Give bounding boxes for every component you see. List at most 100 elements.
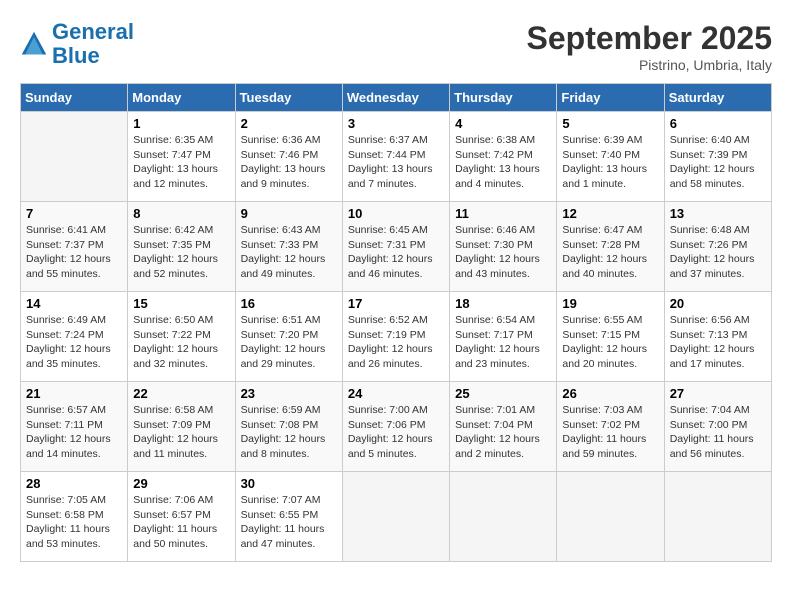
col-header-tuesday: Tuesday bbox=[235, 84, 342, 112]
day-number: 5 bbox=[562, 116, 658, 131]
day-number: 13 bbox=[670, 206, 766, 221]
day-cell: 28Sunrise: 7:05 AMSunset: 6:58 PMDayligh… bbox=[21, 472, 128, 562]
day-cell: 11 Sunrise: 6:46 AMSunset: 7:30 PMDayligh… bbox=[450, 202, 557, 292]
page-header: General Blue September 2025 Pistrino, Um… bbox=[20, 20, 772, 73]
day-number: 21 bbox=[26, 386, 122, 401]
cell-info: Sunrise: 6:40 AMSunset: 7:39 PMDaylight:… bbox=[670, 133, 766, 192]
day-cell: 24 Sunrise: 7:00 AMSunset: 7:06 PMDayligh… bbox=[342, 382, 449, 472]
day-cell: 23 Sunrise: 6:59 AMSunset: 7:08 PMDayligh… bbox=[235, 382, 342, 472]
location: Pistrino, Umbria, Italy bbox=[527, 57, 772, 73]
day-cell: 2 Sunrise: 6:36 AMSunset: 7:46 PMDaylight… bbox=[235, 112, 342, 202]
day-cell: 19 Sunrise: 6:55 AMSunset: 7:15 PMDayligh… bbox=[557, 292, 664, 382]
calendar-header-row: SundayMondayTuesdayWednesdayThursdayFrid… bbox=[21, 84, 772, 112]
day-cell: 1 Sunrise: 6:35 AMSunset: 7:47 PMDaylight… bbox=[128, 112, 235, 202]
day-number: 4 bbox=[455, 116, 551, 131]
day-cell bbox=[342, 472, 449, 562]
day-number: 27 bbox=[670, 386, 766, 401]
day-number: 26 bbox=[562, 386, 658, 401]
col-header-sunday: Sunday bbox=[21, 84, 128, 112]
day-cell: 8 Sunrise: 6:42 AMSunset: 7:35 PMDaylight… bbox=[128, 202, 235, 292]
logo-line2: Blue bbox=[52, 43, 100, 68]
day-number: 15 bbox=[133, 296, 229, 311]
cell-info: Sunrise: 6:50 AMSunset: 7:22 PMDaylight:… bbox=[133, 313, 229, 372]
day-number: 25 bbox=[455, 386, 551, 401]
logo-icon bbox=[20, 30, 48, 58]
day-number: 24 bbox=[348, 386, 444, 401]
week-row-4: 21 Sunrise: 6:57 AMSunset: 7:11 PMDayligh… bbox=[21, 382, 772, 472]
day-number: 8 bbox=[133, 206, 229, 221]
day-cell: 17Sunrise: 6:52 AMSunset: 7:19 PMDayligh… bbox=[342, 292, 449, 382]
day-cell: 16Sunrise: 6:51 AMSunset: 7:20 PMDayligh… bbox=[235, 292, 342, 382]
week-row-5: 28Sunrise: 7:05 AMSunset: 6:58 PMDayligh… bbox=[21, 472, 772, 562]
day-cell: 7 Sunrise: 6:41 AMSunset: 7:37 PMDaylight… bbox=[21, 202, 128, 292]
day-cell: 6 Sunrise: 6:40 AMSunset: 7:39 PMDaylight… bbox=[664, 112, 771, 202]
day-number: 30 bbox=[241, 476, 337, 491]
day-number: 29 bbox=[133, 476, 229, 491]
day-number: 7 bbox=[26, 206, 122, 221]
cell-info: Sunrise: 7:03 AMSunset: 7:02 PMDaylight:… bbox=[562, 403, 658, 462]
cell-info: Sunrise: 6:39 AMSunset: 7:40 PMDaylight:… bbox=[562, 133, 658, 192]
logo: General Blue bbox=[20, 20, 134, 68]
cell-info: Sunrise: 6:42 AMSunset: 7:35 PMDaylight:… bbox=[133, 223, 229, 282]
cell-info: Sunrise: 6:45 AMSunset: 7:31 PMDaylight:… bbox=[348, 223, 444, 282]
day-cell bbox=[450, 472, 557, 562]
cell-info: Sunrise: 6:59 AMSunset: 7:08 PMDaylight:… bbox=[241, 403, 337, 462]
day-number: 6 bbox=[670, 116, 766, 131]
day-cell: 10 Sunrise: 6:45 AMSunset: 7:31 PMDayligh… bbox=[342, 202, 449, 292]
day-cell: 20Sunrise: 6:56 AMSunset: 7:13 PMDayligh… bbox=[664, 292, 771, 382]
cell-info: Sunrise: 6:54 AMSunset: 7:17 PMDaylight:… bbox=[455, 313, 551, 372]
day-number: 10 bbox=[348, 206, 444, 221]
cell-info: Sunrise: 6:56 AMSunset: 7:13 PMDaylight:… bbox=[670, 313, 766, 372]
day-number: 22 bbox=[133, 386, 229, 401]
day-number: 1 bbox=[133, 116, 229, 131]
day-cell: 5 Sunrise: 6:39 AMSunset: 7:40 PMDaylight… bbox=[557, 112, 664, 202]
cell-info: Sunrise: 6:38 AMSunset: 7:42 PMDaylight:… bbox=[455, 133, 551, 192]
week-row-1: 1 Sunrise: 6:35 AMSunset: 7:47 PMDaylight… bbox=[21, 112, 772, 202]
day-number: 11 bbox=[455, 206, 551, 221]
cell-info: Sunrise: 7:00 AMSunset: 7:06 PMDaylight:… bbox=[348, 403, 444, 462]
cell-info: Sunrise: 6:47 AMSunset: 7:28 PMDaylight:… bbox=[562, 223, 658, 282]
cell-info: Sunrise: 7:04 AMSunset: 7:00 PMDaylight:… bbox=[670, 403, 766, 462]
day-number: 19 bbox=[562, 296, 658, 311]
calendar-table: SundayMondayTuesdayWednesdayThursdayFrid… bbox=[20, 83, 772, 562]
cell-info: Sunrise: 6:57 AMSunset: 7:11 PMDaylight:… bbox=[26, 403, 122, 462]
cell-info: Sunrise: 7:07 AMSunset: 6:55 PMDaylight:… bbox=[241, 493, 337, 552]
day-cell: 18 Sunrise: 6:54 AMSunset: 7:17 PMDayligh… bbox=[450, 292, 557, 382]
cell-info: Sunrise: 6:55 AMSunset: 7:15 PMDaylight:… bbox=[562, 313, 658, 372]
month-title: September 2025 bbox=[527, 20, 772, 57]
cell-info: Sunrise: 6:51 AMSunset: 7:20 PMDaylight:… bbox=[241, 313, 337, 372]
cell-info: Sunrise: 6:46 AMSunset: 7:30 PMDaylight:… bbox=[455, 223, 551, 282]
cell-info: Sunrise: 6:35 AMSunset: 7:47 PMDaylight:… bbox=[133, 133, 229, 192]
week-row-2: 7 Sunrise: 6:41 AMSunset: 7:37 PMDaylight… bbox=[21, 202, 772, 292]
day-cell bbox=[21, 112, 128, 202]
day-cell: 4 Sunrise: 6:38 AMSunset: 7:42 PMDaylight… bbox=[450, 112, 557, 202]
col-header-thursday: Thursday bbox=[450, 84, 557, 112]
logo-line1: General bbox=[52, 19, 134, 44]
day-cell: 21 Sunrise: 6:57 AMSunset: 7:11 PMDayligh… bbox=[21, 382, 128, 472]
cell-info: Sunrise: 6:58 AMSunset: 7:09 PMDaylight:… bbox=[133, 403, 229, 462]
day-number: 18 bbox=[455, 296, 551, 311]
day-cell: 14 Sunrise: 6:49 AMSunset: 7:24 PMDayligh… bbox=[21, 292, 128, 382]
day-number: 14 bbox=[26, 296, 122, 311]
day-cell: 22 Sunrise: 6:58 AMSunset: 7:09 PMDayligh… bbox=[128, 382, 235, 472]
day-cell: 26 Sunrise: 7:03 AMSunset: 7:02 PMDayligh… bbox=[557, 382, 664, 472]
day-cell: 9Sunrise: 6:43 AMSunset: 7:33 PMDaylight… bbox=[235, 202, 342, 292]
day-number: 9 bbox=[241, 206, 337, 221]
col-header-friday: Friday bbox=[557, 84, 664, 112]
cell-info: Sunrise: 6:36 AMSunset: 7:46 PMDaylight:… bbox=[241, 133, 337, 192]
col-header-monday: Monday bbox=[128, 84, 235, 112]
day-cell: 25 Sunrise: 7:01 AMSunset: 7:04 PMDayligh… bbox=[450, 382, 557, 472]
title-block: September 2025 Pistrino, Umbria, Italy bbox=[527, 20, 772, 73]
cell-info: Sunrise: 7:01 AMSunset: 7:04 PMDaylight:… bbox=[455, 403, 551, 462]
day-cell: 15 Sunrise: 6:50 AMSunset: 7:22 PMDayligh… bbox=[128, 292, 235, 382]
col-header-saturday: Saturday bbox=[664, 84, 771, 112]
cell-info: Sunrise: 6:49 AMSunset: 7:24 PMDaylight:… bbox=[26, 313, 122, 372]
day-cell: 3 Sunrise: 6:37 AMSunset: 7:44 PMDaylight… bbox=[342, 112, 449, 202]
cell-info: Sunrise: 7:06 AMSunset: 6:57 PMDaylight:… bbox=[133, 493, 229, 552]
cell-info: Sunrise: 6:37 AMSunset: 7:44 PMDaylight:… bbox=[348, 133, 444, 192]
day-number: 23 bbox=[241, 386, 337, 401]
day-number: 3 bbox=[348, 116, 444, 131]
day-cell: 27 Sunrise: 7:04 AMSunset: 7:00 PMDayligh… bbox=[664, 382, 771, 472]
cell-info: Sunrise: 6:41 AMSunset: 7:37 PMDaylight:… bbox=[26, 223, 122, 282]
day-number: 2 bbox=[241, 116, 337, 131]
